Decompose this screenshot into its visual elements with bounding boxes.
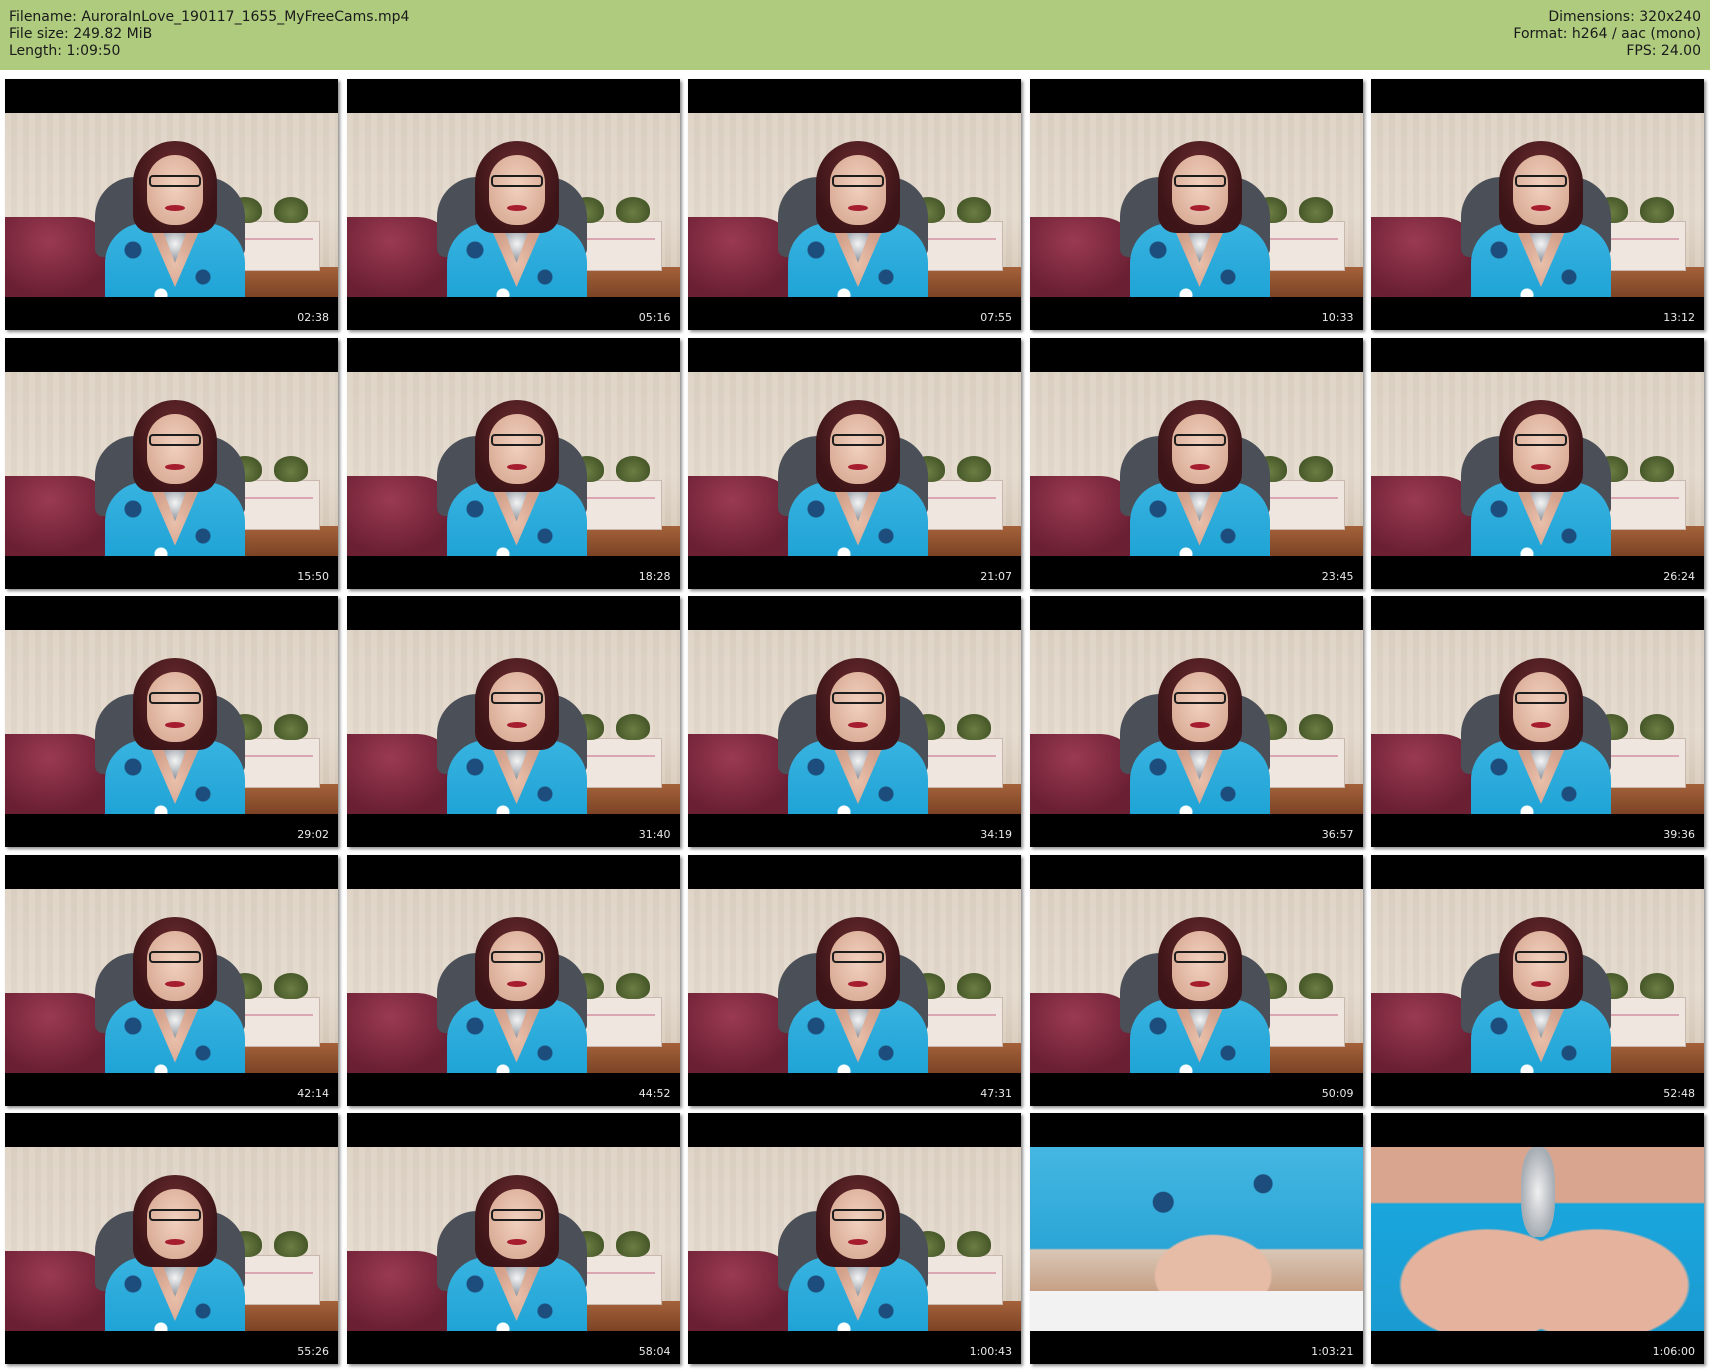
filename-line: Filename: AuroraInLove_190117_1655_MyFre… — [9, 9, 410, 25]
video-frame-image — [1371, 1147, 1704, 1331]
video-frame-image — [346, 888, 680, 1073]
thumbnail-timecode: 26:24 — [1663, 569, 1695, 583]
thumbnail-timecode: 42:14 — [297, 1086, 329, 1100]
video-frame-image — [688, 371, 1021, 556]
video-thumbnail: 29:02 — [5, 596, 338, 847]
thumbnail-timecode: 1:06:00 — [1652, 1345, 1695, 1358]
video-thumbnail: 05:16 — [346, 79, 680, 330]
video-frame-image — [346, 371, 680, 556]
video-thumbnail: 39:36 — [1371, 596, 1704, 847]
video-frame-image — [1371, 888, 1704, 1073]
video-frame-image — [688, 1147, 1021, 1331]
metadata-header: Filename: AuroraInLove_190117_1655_MyFre… — [0, 0, 1710, 70]
video-frame-image — [688, 888, 1021, 1073]
thumbnail-timecode: 05:16 — [638, 311, 671, 324]
video-thumbnail: 31:40 — [346, 596, 680, 847]
video-thumbnail: 1:00:43 — [688, 1113, 1021, 1364]
thumbnail-timecode: 1:03:21 — [1311, 1345, 1354, 1358]
thumbnail-timecode: 18:28 — [638, 569, 671, 583]
length-line: Length: 1:09:50 — [9, 43, 121, 59]
thumbnail-timecode: 29:02 — [297, 828, 329, 841]
format-line: Format: h264 / aac (mono) — [1513, 26, 1701, 42]
fps-line: FPS: 24.00 — [1626, 43, 1701, 59]
thumbnail-timecode: 1:00:43 — [969, 1345, 1012, 1358]
video-frame-image — [1029, 1147, 1363, 1331]
thumbnail-timecode: 44:52 — [638, 1086, 671, 1100]
thumbnail-timecode: 07:55 — [980, 311, 1012, 324]
video-frame-image — [346, 630, 680, 814]
thumbnail-timecode: 13:12 — [1663, 311, 1695, 324]
video-thumbnail: 34:19 — [688, 596, 1021, 847]
thumbnail-timecode: 34:19 — [980, 828, 1012, 841]
video-frame-image — [1029, 371, 1363, 556]
video-thumbnail: 1:03:21 — [1029, 1113, 1363, 1364]
video-frame-image — [1371, 371, 1704, 556]
video-frame-image — [5, 113, 338, 297]
video-frame-image — [1371, 630, 1704, 814]
fps-value: 24.00 — [1660, 43, 1701, 59]
video-thumbnail: 44:52 — [346, 854, 680, 1106]
video-frame-image — [1029, 630, 1363, 814]
video-thumbnail: 18:28 — [346, 337, 680, 589]
video-thumbnail: 36:57 — [1029, 596, 1363, 847]
thumbnail-timecode: 10:33 — [1321, 311, 1354, 324]
thumbnail-timecode: 58:04 — [638, 1345, 671, 1358]
thumbnail-timecode: 23:45 — [1321, 569, 1354, 583]
video-thumbnail: 26:24 — [1371, 337, 1704, 589]
video-thumbnail: 21:07 — [688, 337, 1021, 589]
thumbnail-timecode: 52:48 — [1663, 1086, 1695, 1100]
video-thumbnail: 52:48 — [1371, 854, 1704, 1106]
video-frame-image — [1029, 113, 1363, 297]
video-thumbnail: 10:33 — [1029, 79, 1363, 330]
video-frame-image — [1029, 888, 1363, 1073]
thumbnail-timecode: 21:07 — [980, 569, 1012, 583]
video-frame-image — [5, 1147, 338, 1331]
format-value: h264 / aac (mono) — [1571, 26, 1701, 42]
dimensions-line: Dimensions: 320x240 — [1548, 9, 1701, 25]
length-value: 1:09:50 — [66, 43, 121, 59]
video-thumbnail: 55:26 — [5, 1113, 338, 1364]
video-thumbnail: 47:31 — [688, 854, 1021, 1106]
thumbnail-timecode: 47:31 — [980, 1086, 1012, 1100]
thumbnail-timecode: 15:50 — [297, 569, 329, 583]
filesize-line: File size: 249.82 MiB — [9, 26, 153, 42]
video-thumbnail: 42:14 — [5, 854, 338, 1106]
video-frame-image — [346, 1147, 680, 1331]
video-frame-image — [1371, 113, 1704, 297]
video-thumbnail: 13:12 — [1371, 79, 1704, 330]
thumbnail-timecode: 02:38 — [297, 311, 329, 324]
thumbnail-timecode: 55:26 — [297, 1345, 329, 1358]
video-frame-image — [5, 371, 338, 556]
video-thumbnail: 02:38 — [5, 79, 338, 330]
video-thumbnail: 23:45 — [1029, 337, 1363, 589]
video-thumbnail: 1:06:00 — [1371, 1113, 1704, 1364]
thumbnail-timecode: 39:36 — [1663, 828, 1695, 841]
video-frame-image — [688, 630, 1021, 814]
stream-info: Dimensions: 320x240 Format: h264 / aac (… — [1513, 9, 1701, 60]
filesize-value: 249.82 MiB — [73, 26, 153, 42]
filename-value: AuroraInLove_190117_1655_MyFreeCams.mp4 — [81, 9, 410, 25]
video-thumbnail: 07:55 — [688, 79, 1021, 330]
video-frame-image — [5, 630, 338, 814]
video-thumbnail: 58:04 — [346, 1113, 680, 1364]
file-info: Filename: AuroraInLove_190117_1655_MyFre… — [9, 9, 409, 60]
video-thumbnail: 15:50 — [5, 337, 338, 589]
thumbnail-timecode: 36:57 — [1321, 828, 1354, 841]
video-frame-image — [5, 888, 338, 1073]
video-thumbnail: 50:09 — [1029, 854, 1363, 1106]
dimensions-value: 320x240 — [1639, 9, 1701, 25]
thumbnail-timecode: 31:40 — [638, 828, 671, 841]
video-frame-image — [346, 113, 680, 297]
thumbnail-grid: 02:38 05:16 07:55 10:33 13:12 15:50 18:28 21:07… — [5, 79, 1705, 1364]
video-frame-image — [688, 113, 1021, 297]
thumbnail-timecode: 50:09 — [1321, 1086, 1354, 1100]
